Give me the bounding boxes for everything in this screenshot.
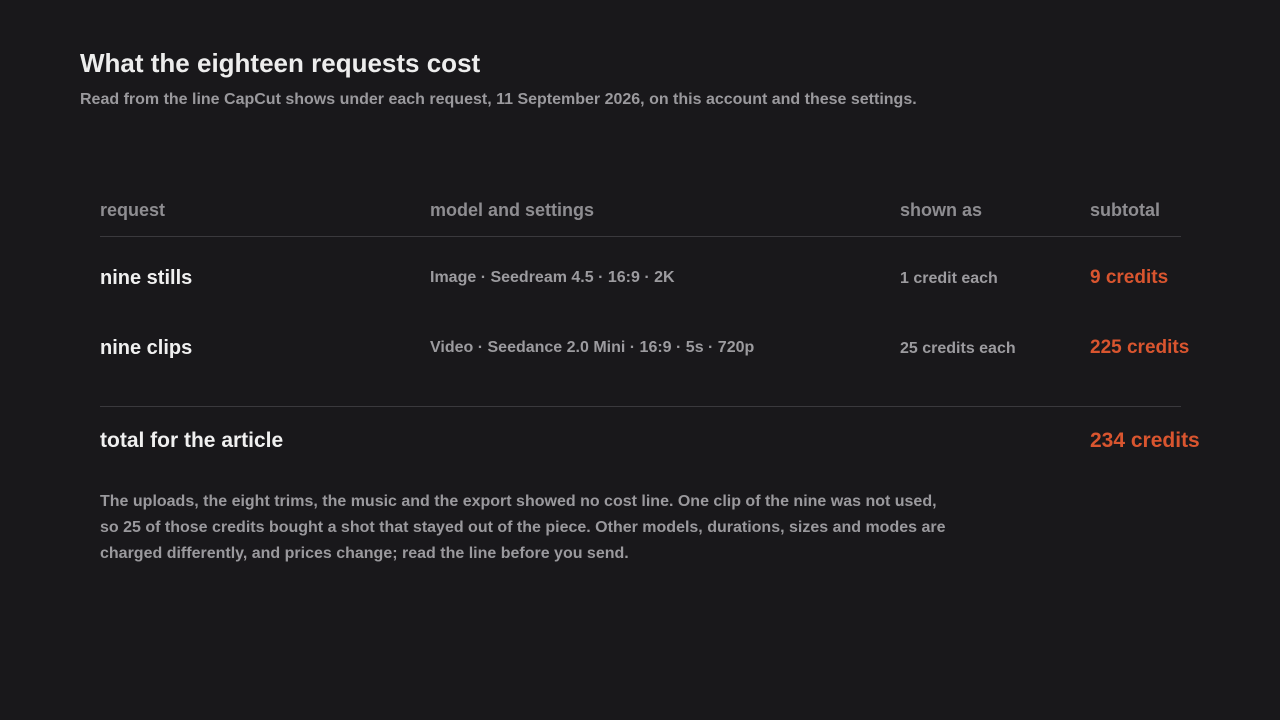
page-title: What the eighteen requests cost	[80, 48, 481, 78]
footnote-line: charged differently, and prices change; …	[100, 545, 629, 562]
total-label: total for the article	[100, 429, 284, 452]
column-header-subtotal: subtotal	[1090, 200, 1160, 220]
footnote: The uploads, the eight trims, the music …	[100, 489, 960, 567]
row-request: nine stills	[100, 267, 193, 289]
column-header-model: model and settings	[430, 200, 595, 220]
row-subtotal: 225 credits	[1090, 337, 1190, 358]
row-shown-as: 1 credit each	[900, 270, 998, 287]
header-divider	[100, 236, 1181, 237]
row-subtotal: 9 credits	[1090, 267, 1169, 288]
row-model-settings: Image · Seedream 4.5 · 16:9 · 2K	[430, 269, 675, 286]
total-value: 234 credits	[1090, 429, 1200, 452]
total-divider	[100, 406, 1181, 407]
cost-table: request model and settings shown as subt…	[100, 190, 1200, 470]
page-subtitle: Read from the line CapCut shows under ea…	[80, 91, 917, 108]
column-header-request: request	[100, 200, 166, 220]
footnote-line: The uploads, the eight trims, the music …	[100, 493, 937, 510]
row-model-settings: Video · Seedance 2.0 Mini · 16:9 · 5s · …	[430, 339, 755, 356]
footnote-line: so 25 of those credits bought a shot tha…	[100, 519, 946, 536]
row-shown-as: 25 credits each	[900, 340, 1016, 357]
column-header-shown-as: shown as	[900, 200, 983, 220]
cost-summary-page: What the eighteen requests cost Read fro…	[0, 0, 1280, 720]
row-request: nine clips	[100, 337, 193, 359]
